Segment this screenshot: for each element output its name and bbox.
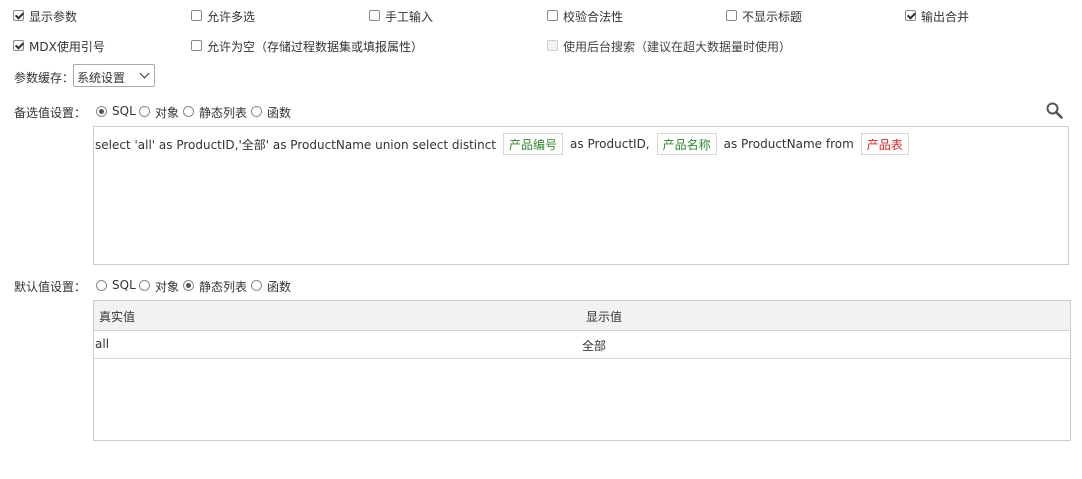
manual-input-label: 手工输入	[385, 10, 434, 24]
allow-empty-label: 允许为空（存储过程数据集或填报属性）	[207, 40, 424, 54]
candidate-radio-static-dot[interactable]	[183, 106, 194, 117]
backend-search-label: 使用后台搜索（建议在超大数据量时使用）	[563, 40, 792, 54]
sql-text-part2: as ProductID,	[570, 137, 650, 151]
default-radio-sql-label: SQL	[112, 278, 136, 292]
candidate-radio-sql-dot[interactable]	[96, 106, 107, 117]
candidate-radio-function-label: 函数	[267, 106, 292, 120]
default-radio-static-dot[interactable]	[183, 280, 194, 291]
sql-text-part1: select 'all' as ProductID,'全部' as Produc…	[95, 137, 497, 152]
header-real-value: 真实值	[99, 310, 136, 324]
mdx-ref-label: MDX使用引号	[29, 40, 105, 54]
static-list-table: 真实值 显示值 all 全部	[93, 300, 1071, 441]
candidate-radio-object-dot[interactable]	[139, 106, 150, 117]
cache-label: 参数缓存：	[14, 71, 75, 85]
table-header: 真实值 显示值	[94, 301, 1070, 331]
candidate-radio-static-label: 静态列表	[199, 106, 248, 120]
search-icon[interactable]	[1046, 102, 1063, 119]
show-params-label: 显示参数	[29, 10, 78, 24]
merge-output-checkbox[interactable]	[905, 10, 916, 21]
validate-checkbox[interactable]	[547, 10, 558, 21]
sql-text-part3: as ProductName from	[723, 137, 854, 151]
merge-output-label: 输出合并	[921, 10, 970, 24]
sql-token-product-id[interactable]: 产品编号	[503, 133, 564, 155]
header-display-value: 显示值	[586, 310, 623, 324]
default-radio-sql-dot[interactable]	[96, 280, 107, 291]
candidate-label: 备选值设置：	[14, 106, 87, 120]
table-row[interactable]: all 全部	[94, 330, 1070, 359]
default-radio-object-label: 对象	[155, 280, 180, 294]
sql-token-product-table[interactable]: 产品表	[860, 133, 909, 155]
sql-line: select 'all' as ProductID,'全部' as Produc…	[94, 132, 915, 156]
sql-token-product-name[interactable]: 产品名称	[656, 133, 717, 155]
hide-title-checkbox[interactable]	[726, 10, 737, 21]
show-params-checkbox[interactable]	[13, 10, 24, 21]
candidate-radio-sql-label: SQL	[112, 104, 136, 118]
default-radio-function-dot[interactable]	[251, 280, 262, 291]
default-label: 默认值设置：	[14, 280, 87, 294]
mdx-ref-checkbox[interactable]	[13, 40, 24, 51]
cache-select-value: 系统设置	[77, 71, 126, 85]
candidate-radio-function-dot[interactable]	[251, 106, 262, 117]
default-radio-static-label: 静态列表	[199, 280, 248, 294]
allow-empty-checkbox[interactable]	[191, 40, 202, 51]
cache-select[interactable]: 系统设置	[73, 64, 155, 87]
candidate-radio-object-label: 对象	[155, 106, 180, 120]
allow-multi-label: 允许多选	[207, 10, 256, 24]
hide-title-label: 不显示标题	[742, 10, 803, 24]
allow-multi-checkbox[interactable]	[191, 10, 202, 21]
default-radio-object-dot[interactable]	[139, 280, 150, 291]
sql-editor[interactable]: select 'all' as ProductID,'全部' as Produc…	[93, 126, 1069, 265]
validate-label: 校验合法性	[563, 10, 624, 24]
backend-search-checkbox	[547, 40, 558, 51]
chevron-down-icon	[139, 68, 150, 79]
manual-input-checkbox[interactable]	[369, 10, 380, 21]
cell-real-value[interactable]: all	[95, 337, 109, 351]
default-radio-function-label: 函数	[267, 280, 292, 294]
cell-display-value[interactable]: 全部	[582, 337, 606, 354]
